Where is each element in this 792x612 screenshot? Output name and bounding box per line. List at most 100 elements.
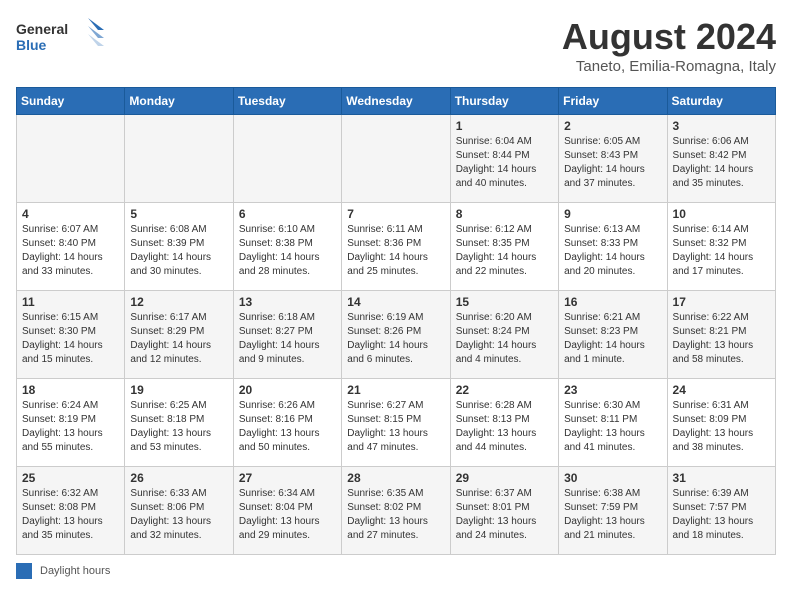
day-info: Sunrise: 6:27 AMSunset: 8:15 PMDaylight:… — [347, 399, 444, 455]
day-number: 12 — [130, 295, 227, 309]
calendar-cell: 24Sunrise: 6:31 AMSunset: 8:09 PMDayligh… — [667, 379, 775, 467]
day-info: Sunrise: 6:04 AMSunset: 8:44 PMDaylight:… — [456, 135, 553, 191]
day-info: Sunrise: 6:25 AMSunset: 8:18 PMDaylight:… — [130, 399, 227, 455]
day-info: Sunrise: 6:26 AMSunset: 8:16 PMDaylight:… — [239, 399, 336, 455]
day-info: Sunrise: 6:05 AMSunset: 8:43 PMDaylight:… — [564, 135, 661, 191]
day-info: Sunrise: 6:10 AMSunset: 8:38 PMDaylight:… — [239, 223, 336, 279]
day-info: Sunrise: 6:37 AMSunset: 8:01 PMDaylight:… — [456, 487, 553, 543]
day-info: Sunrise: 6:35 AMSunset: 8:02 PMDaylight:… — [347, 487, 444, 543]
day-number: 28 — [347, 471, 444, 485]
day-number: 24 — [673, 383, 770, 397]
legend-label: Daylight hours — [40, 565, 110, 577]
day-number: 2 — [564, 119, 661, 133]
month-title: August 2024 — [562, 16, 776, 58]
day-number: 19 — [130, 383, 227, 397]
day-number: 22 — [456, 383, 553, 397]
location-title: Taneto, Emilia-Romagna, Italy — [562, 58, 776, 75]
day-info: Sunrise: 6:12 AMSunset: 8:35 PMDaylight:… — [456, 223, 553, 279]
day-number: 16 — [564, 295, 661, 309]
calendar-cell: 6 Sunrise: 6:10 AMSunset: 8:38 PMDaylight… — [233, 203, 341, 291]
day-info: Sunrise: 6:28 AMSunset: 8:13 PMDaylight:… — [456, 399, 553, 455]
day-info: Sunrise: 6:21 AMSunset: 8:23 PMDaylight:… — [564, 311, 661, 367]
header-saturday: Saturday — [667, 88, 775, 115]
day-number: 7 — [347, 207, 444, 221]
day-number: 6 — [239, 207, 336, 221]
day-info: Sunrise: 6:18 AMSunset: 8:27 PMDaylight:… — [239, 311, 336, 367]
calendar-week-row: 18Sunrise: 6:24 AMSunset: 8:19 PMDayligh… — [17, 379, 776, 467]
day-number: 8 — [456, 207, 553, 221]
calendar-cell: 4Sunrise: 6:07 AMSunset: 8:40 PMDaylight… — [17, 203, 125, 291]
header-tuesday: Tuesday — [233, 88, 341, 115]
day-info: Sunrise: 6:08 AMSunset: 8:39 PMDaylight:… — [130, 223, 227, 279]
day-number: 25 — [22, 471, 119, 485]
calendar-cell: 3 Sunrise: 6:06 AMSunset: 8:42 PMDaylight… — [667, 115, 775, 203]
day-info: Sunrise: 6:32 AMSunset: 8:08 PMDaylight:… — [22, 487, 119, 543]
svg-text:General: General — [16, 21, 68, 37]
day-number: 21 — [347, 383, 444, 397]
calendar-cell: 25 Sunrise: 6:32 AMSunset: 8:08 PMDayligh… — [17, 467, 125, 555]
calendar-week-row: 25 Sunrise: 6:32 AMSunset: 8:08 PMDayligh… — [17, 467, 776, 555]
calendar-cell: 21 Sunrise: 6:27 AMSunset: 8:15 PMDayligh… — [342, 379, 450, 467]
logo-svg: General Blue — [16, 16, 106, 60]
calendar-cell: 28 Sunrise: 6:35 AMSunset: 8:02 PMDayligh… — [342, 467, 450, 555]
calendar-cell — [125, 115, 233, 203]
calendar-cell: 15Sunrise: 6:20 AMSunset: 8:24 PMDayligh… — [450, 291, 558, 379]
day-info: Sunrise: 6:20 AMSunset: 8:24 PMDaylight:… — [456, 311, 553, 367]
calendar-cell: 19 Sunrise: 6:25 AMSunset: 8:18 PMDayligh… — [125, 379, 233, 467]
day-number: 17 — [673, 295, 770, 309]
day-info: Sunrise: 6:06 AMSunset: 8:42 PMDaylight:… — [673, 135, 770, 191]
day-number: 5 — [130, 207, 227, 221]
calendar-cell: 13 Sunrise: 6:18 AMSunset: 8:27 PMDayligh… — [233, 291, 341, 379]
calendar-week-row: 1 Sunrise: 6:04 AMSunset: 8:44 PMDaylight… — [17, 115, 776, 203]
calendar-cell: 8 Sunrise: 6:12 AMSunset: 8:35 PMDaylight… — [450, 203, 558, 291]
day-info: Sunrise: 6:19 AMSunset: 8:26 PMDaylight:… — [347, 311, 444, 367]
day-number: 1 — [456, 119, 553, 133]
calendar-table: Sunday Monday Tuesday Wednesday Thursday… — [16, 87, 776, 555]
day-info: Sunrise: 6:34 AMSunset: 8:04 PMDaylight:… — [239, 487, 336, 543]
header-friday: Friday — [559, 88, 667, 115]
calendar-cell: 22 Sunrise: 6:28 AMSunset: 8:13 PMDayligh… — [450, 379, 558, 467]
calendar-cell — [342, 115, 450, 203]
calendar-cell: 7 Sunrise: 6:11 AMSunset: 8:36 PMDaylight… — [342, 203, 450, 291]
calendar-cell: 12Sunrise: 6:17 AMSunset: 8:29 PMDayligh… — [125, 291, 233, 379]
day-info: Sunrise: 6:33 AMSunset: 8:06 PMDaylight:… — [130, 487, 227, 543]
day-info: Sunrise: 6:38 AMSunset: 7:59 PMDaylight:… — [564, 487, 661, 543]
calendar-cell: 5 Sunrise: 6:08 AMSunset: 8:39 PMDaylight… — [125, 203, 233, 291]
day-info: Sunrise: 6:14 AMSunset: 8:32 PMDaylight:… — [673, 223, 770, 279]
calendar-cell: 27Sunrise: 6:34 AMSunset: 8:04 PMDayligh… — [233, 467, 341, 555]
calendar-cell: 31Sunrise: 6:39 AMSunset: 7:57 PMDayligh… — [667, 467, 775, 555]
calendar-cell — [233, 115, 341, 203]
calendar-cell: 2 Sunrise: 6:05 AMSunset: 8:43 PMDaylight… — [559, 115, 667, 203]
day-info: Sunrise: 6:22 AMSunset: 8:21 PMDaylight:… — [673, 311, 770, 367]
day-number: 23 — [564, 383, 661, 397]
calendar-cell: 29 Sunrise: 6:37 AMSunset: 8:01 PMDayligh… — [450, 467, 558, 555]
header-wednesday: Wednesday — [342, 88, 450, 115]
header-sunday: Sunday — [17, 88, 125, 115]
day-info: Sunrise: 6:07 AMSunset: 8:40 PMDaylight:… — [22, 223, 119, 279]
calendar-cell — [17, 115, 125, 203]
logo: General Blue — [16, 16, 106, 60]
day-number: 3 — [673, 119, 770, 133]
day-number: 26 — [130, 471, 227, 485]
calendar-cell: 1 Sunrise: 6:04 AMSunset: 8:44 PMDaylight… — [450, 115, 558, 203]
calendar-cell: 26 Sunrise: 6:33 AMSunset: 8:06 PMDayligh… — [125, 467, 233, 555]
day-info: Sunrise: 6:30 AMSunset: 8:11 PMDaylight:… — [564, 399, 661, 455]
day-number: 13 — [239, 295, 336, 309]
calendar-week-row: 4Sunrise: 6:07 AMSunset: 8:40 PMDaylight… — [17, 203, 776, 291]
day-number: 18 — [22, 383, 119, 397]
day-info: Sunrise: 6:39 AMSunset: 7:57 PMDaylight:… — [673, 487, 770, 543]
calendar-week-row: 11 Sunrise: 6:15 AMSunset: 8:30 PMDayligh… — [17, 291, 776, 379]
calendar-cell: 11 Sunrise: 6:15 AMSunset: 8:30 PMDayligh… — [17, 291, 125, 379]
calendar-cell: 17 Sunrise: 6:22 AMSunset: 8:21 PMDayligh… — [667, 291, 775, 379]
calendar-header-row: Sunday Monday Tuesday Wednesday Thursday… — [17, 88, 776, 115]
calendar-cell: 18Sunrise: 6:24 AMSunset: 8:19 PMDayligh… — [17, 379, 125, 467]
calendar-cell: 16 Sunrise: 6:21 AMSunset: 8:23 PMDayligh… — [559, 291, 667, 379]
day-number: 10 — [673, 207, 770, 221]
day-info: Sunrise: 6:15 AMSunset: 8:30 PMDaylight:… — [22, 311, 119, 367]
day-info: Sunrise: 6:11 AMSunset: 8:36 PMDaylight:… — [347, 223, 444, 279]
day-number: 29 — [456, 471, 553, 485]
day-number: 11 — [22, 295, 119, 309]
calendar-cell: 23 Sunrise: 6:30 AMSunset: 8:11 PMDayligh… — [559, 379, 667, 467]
calendar-cell: 30Sunrise: 6:38 AMSunset: 7:59 PMDayligh… — [559, 467, 667, 555]
day-number: 9 — [564, 207, 661, 221]
